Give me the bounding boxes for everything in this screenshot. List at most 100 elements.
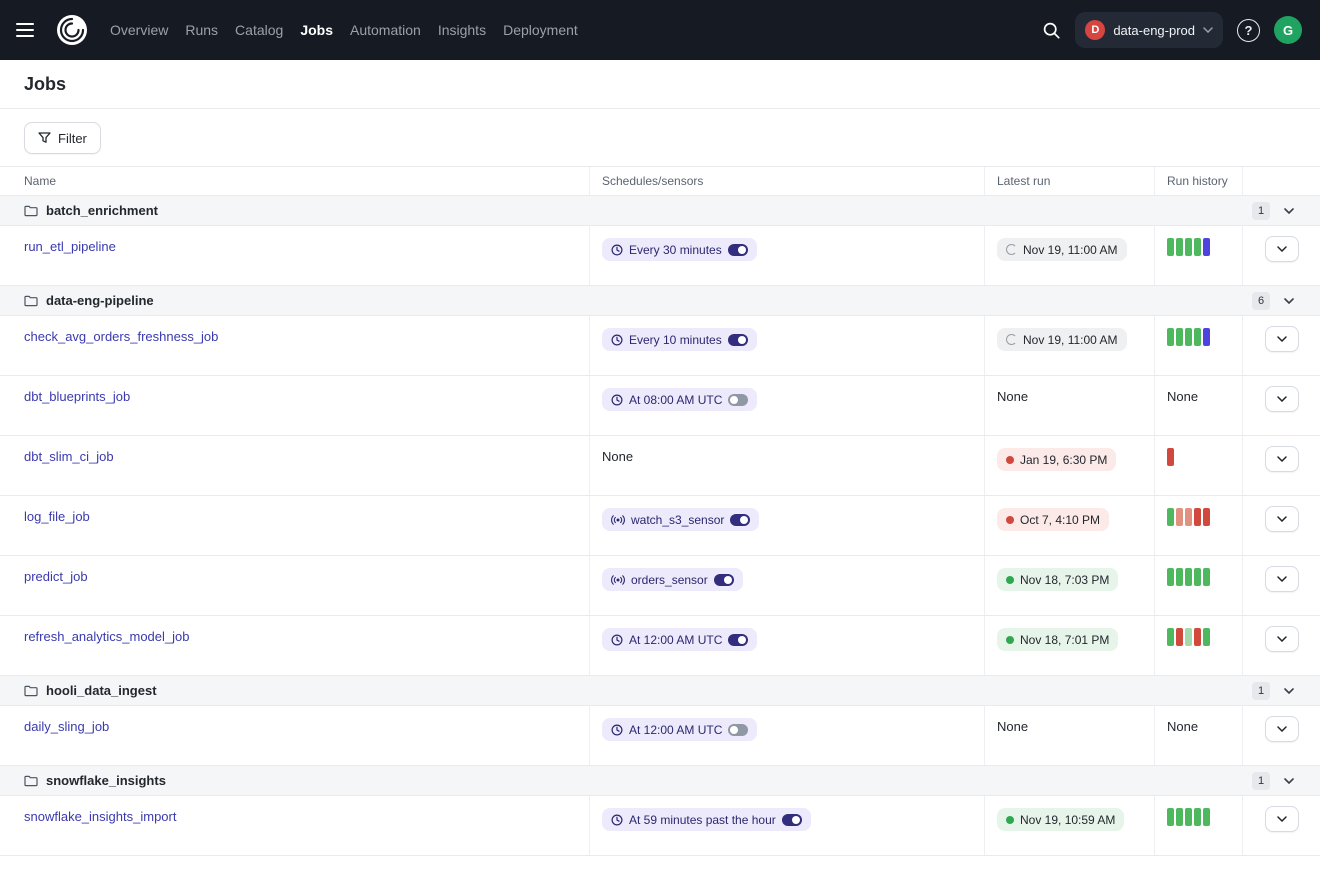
run-history-bar[interactable] (1203, 628, 1210, 646)
expand-row-button[interactable] (1265, 806, 1299, 832)
job-name-link[interactable]: refresh_analytics_model_job (24, 629, 189, 644)
schedule-pill[interactable]: Every 30 minutes (602, 238, 757, 261)
schedule-pill[interactable]: watch_s3_sensor (602, 508, 759, 531)
run-history-bar[interactable] (1167, 238, 1174, 256)
job-name-link[interactable]: daily_sling_job (24, 719, 109, 734)
job-name-link[interactable]: dbt_blueprints_job (24, 389, 130, 404)
job-name-link[interactable]: run_etl_pipeline (24, 239, 116, 254)
expand-row-button[interactable] (1265, 446, 1299, 472)
nav-catalog[interactable]: Catalog (235, 22, 283, 38)
job-name-link[interactable]: predict_job (24, 569, 88, 584)
schedule-toggle[interactable] (782, 814, 802, 826)
run-history-bar[interactable] (1167, 508, 1174, 526)
run-history-bar[interactable] (1167, 808, 1174, 826)
schedule-pill[interactable]: At 59 minutes past the hour (602, 808, 811, 831)
run-history-bars (1167, 628, 1210, 646)
run-history-bar[interactable] (1185, 328, 1192, 346)
run-history-bar[interactable] (1167, 628, 1174, 646)
latest-run-pill[interactable]: Jan 19, 6:30 PM (997, 448, 1116, 471)
filter-button[interactable]: Filter (24, 122, 101, 154)
search-icon[interactable] (1042, 21, 1061, 40)
schedule-toggle[interactable] (728, 334, 748, 346)
latest-run-pill[interactable]: Oct 7, 4:10 PM (997, 508, 1109, 531)
expand-row-button[interactable] (1265, 236, 1299, 262)
deployment-selector[interactable]: D data-eng-prod (1075, 12, 1223, 48)
menu-icon[interactable] (16, 16, 44, 44)
schedule-pill[interactable]: At 12:00 AM UTC (602, 718, 757, 741)
schedule-toggle[interactable] (728, 724, 748, 736)
expand-row-button[interactable] (1265, 566, 1299, 592)
run-history-bar[interactable] (1194, 238, 1201, 256)
latest-run-pill[interactable]: Nov 19, 11:00 AM (997, 238, 1127, 261)
nav-automation[interactable]: Automation (350, 22, 421, 38)
job-name-link[interactable]: snowflake_insights_import (24, 809, 176, 824)
schedule-toggle[interactable] (728, 634, 748, 646)
group-collapse-icon[interactable] (1284, 778, 1294, 784)
schedule-pill[interactable]: Every 10 minutes (602, 328, 757, 351)
schedule-pill[interactable]: At 12:00 AM UTC (602, 628, 757, 651)
job-name-link[interactable]: check_avg_orders_freshness_job (24, 329, 218, 344)
run-history-bar[interactable] (1185, 628, 1192, 646)
nav-deployment[interactable]: Deployment (503, 22, 578, 38)
group-row[interactable]: batch_enrichment 1 (0, 196, 1320, 226)
group-row[interactable]: snowflake_insights 1 (0, 766, 1320, 796)
group-row[interactable]: data-eng-pipeline 6 (0, 286, 1320, 316)
expand-row-button[interactable] (1265, 716, 1299, 742)
run-history-bar[interactable] (1176, 628, 1183, 646)
run-history-bar[interactable] (1203, 808, 1210, 826)
run-history-bar[interactable] (1185, 238, 1192, 256)
nav-insights[interactable]: Insights (438, 22, 486, 38)
run-history-bar[interactable] (1194, 628, 1201, 646)
group-collapse-icon[interactable] (1284, 208, 1294, 214)
run-history-bar[interactable] (1203, 568, 1210, 586)
run-history-bar[interactable] (1167, 448, 1174, 466)
run-history-bar[interactable] (1185, 808, 1192, 826)
nav-jobs[interactable]: Jobs (300, 22, 333, 38)
column-header-latest-run: Latest run (985, 167, 1155, 195)
schedule-pill[interactable]: orders_sensor (602, 568, 743, 591)
group-collapse-icon[interactable] (1284, 298, 1294, 304)
schedule-toggle[interactable] (728, 244, 748, 256)
run-history-bar[interactable] (1203, 238, 1210, 256)
latest-run-pill[interactable]: Nov 18, 7:01 PM (997, 628, 1118, 651)
latest-run-pill[interactable]: Nov 19, 11:00 AM (997, 328, 1127, 351)
run-history-bar[interactable] (1203, 508, 1210, 526)
column-header-run-history: Run history (1155, 167, 1243, 195)
expand-row-button[interactable] (1265, 626, 1299, 652)
nav-runs[interactable]: Runs (185, 22, 218, 38)
run-history-bar[interactable] (1176, 328, 1183, 346)
user-avatar[interactable]: G (1274, 16, 1302, 44)
dagster-logo[interactable] (54, 12, 90, 48)
run-history-bar[interactable] (1194, 568, 1201, 586)
expand-row-button[interactable] (1265, 506, 1299, 532)
run-history-bar[interactable] (1194, 808, 1201, 826)
filter-bar: Filter (0, 109, 1320, 166)
schedule-toggle[interactable] (728, 394, 748, 406)
run-history-bar[interactable] (1176, 808, 1183, 826)
status-dot-icon (1006, 576, 1014, 584)
schedule-toggle[interactable] (730, 514, 750, 526)
schedule-toggle[interactable] (714, 574, 734, 586)
job-name-link[interactable]: dbt_slim_ci_job (24, 449, 114, 464)
expand-row-button[interactable] (1265, 386, 1299, 412)
run-history-bar[interactable] (1194, 328, 1201, 346)
run-history-bar[interactable] (1194, 508, 1201, 526)
run-history-bar[interactable] (1185, 568, 1192, 586)
run-history-bar[interactable] (1185, 508, 1192, 526)
group-collapse-icon[interactable] (1284, 688, 1294, 694)
schedule-pill[interactable]: At 08:00 AM UTC (602, 388, 757, 411)
nav-overview[interactable]: Overview (110, 22, 168, 38)
expand-row-button[interactable] (1265, 326, 1299, 352)
run-history-bar[interactable] (1167, 328, 1174, 346)
run-history-bar[interactable] (1176, 508, 1183, 526)
run-history-bar[interactable] (1203, 328, 1210, 346)
logo-icon (55, 13, 89, 47)
run-history-bar[interactable] (1167, 568, 1174, 586)
group-row[interactable]: hooli_data_ingest 1 (0, 676, 1320, 706)
run-history-bar[interactable] (1176, 568, 1183, 586)
job-name-link[interactable]: log_file_job (24, 509, 90, 524)
latest-run-pill[interactable]: Nov 19, 10:59 AM (997, 808, 1124, 831)
run-history-bar[interactable] (1176, 238, 1183, 256)
help-icon[interactable]: ? (1237, 19, 1260, 42)
latest-run-pill[interactable]: Nov 18, 7:03 PM (997, 568, 1118, 591)
